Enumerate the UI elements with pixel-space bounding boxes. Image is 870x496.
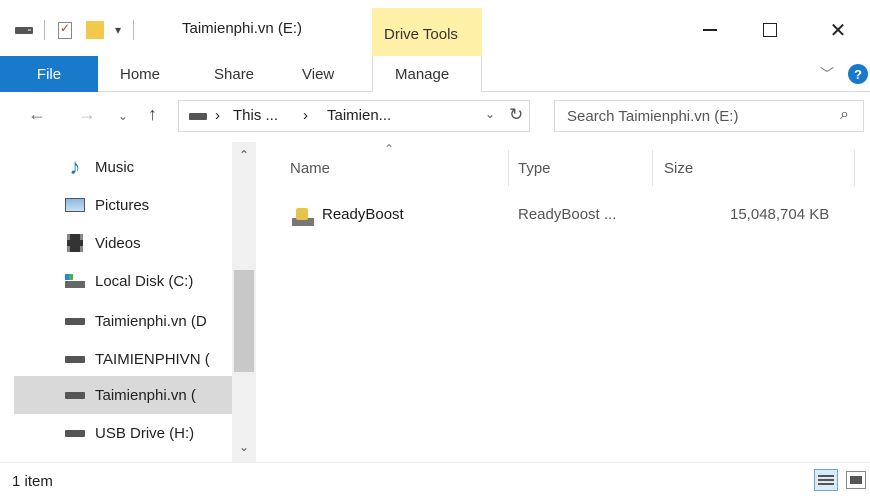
drive-tools-label: Drive Tools [384, 26, 458, 43]
close-icon: ✕ [829, 19, 847, 42]
breadcrumb-drive[interactable]: Taimien... [327, 107, 391, 124]
tab-view[interactable]: View [302, 66, 334, 83]
maximize-icon [763, 23, 777, 37]
close-button[interactable]: ✕ [818, 10, 858, 50]
sidebar-item-local-disk[interactable]: Local Disk (C:) [0, 262, 238, 300]
recent-locations-icon[interactable]: ⌄ [118, 109, 128, 123]
sidebar-item-label: Taimienphi.vn (D [95, 312, 207, 330]
drive-icon [64, 348, 86, 370]
window-title: Taimienphi.vn (E:) [182, 20, 303, 37]
tab-manage-label: Manage [395, 66, 450, 83]
status-bar: 1 item [0, 462, 870, 496]
sidebar-item-drive-d[interactable]: Taimienphi.vn (D [0, 302, 238, 340]
search-box[interactable]: ⌕ [554, 100, 864, 132]
item-count: 1 item [12, 473, 53, 490]
minimize-icon [703, 29, 717, 31]
scroll-down-icon[interactable]: ⌄ [232, 440, 256, 460]
minimize-button[interactable] [690, 10, 730, 50]
sidebar-item-label: USB Drive (H:) [95, 424, 195, 442]
large-icons-view-icon[interactable] [846, 471, 866, 489]
sidebar-item-label: Videos [95, 234, 141, 252]
up-icon[interactable]: ↑ [148, 104, 157, 125]
details-view-icon[interactable] [814, 469, 838, 491]
column-divider[interactable] [854, 150, 855, 186]
videos-icon [64, 232, 86, 254]
refresh-icon[interactable]: ↻ [509, 105, 523, 125]
column-header-name[interactable]: Name [290, 160, 330, 177]
customize-toolbar-dropdown-icon[interactable]: ▾ [115, 23, 121, 37]
sidebar-item-taimienphivn[interactable]: TAIMIENPHIVN ( [0, 340, 238, 378]
file-type: ReadyBoost ... [518, 206, 617, 223]
navigation-scrollbar[interactable]: ⌃ ⌄ [232, 142, 256, 462]
column-header-size[interactable]: Size [664, 160, 693, 177]
sidebar-item-music[interactable]: ♪ Music [0, 148, 238, 186]
tab-file[interactable]: File [0, 56, 98, 92]
sidebar-item-label: Taimienphi.vn ( [95, 386, 196, 404]
quick-access-toolbar: ▾ [14, 18, 144, 42]
sort-ascending-icon: ⌃ [384, 142, 395, 156]
tab-share[interactable]: Share [214, 66, 254, 83]
drive-icon [189, 113, 207, 120]
address-row: ← → ⌄ ↑ › This ... › Taimien... ⌄ ↻ ⌕ [0, 92, 870, 142]
drive-icon [64, 422, 86, 444]
address-dropdown-icon[interactable]: ⌄ [485, 107, 495, 121]
divider [133, 20, 135, 40]
music-icon: ♪ [69, 154, 81, 179]
readyboost-icon [292, 208, 314, 226]
column-divider[interactable] [508, 150, 509, 186]
scroll-thumb[interactable] [234, 270, 254, 372]
sidebar-item-label: Local Disk (C:) [95, 272, 194, 290]
sidebar-item-label: Music [95, 158, 135, 176]
column-divider[interactable] [652, 150, 653, 186]
column-header-type[interactable]: Type [518, 160, 551, 177]
sidebar-item-label: Pictures [95, 196, 150, 214]
tab-manage[interactable]: Manage [372, 56, 482, 92]
new-folder-icon[interactable] [85, 21, 105, 39]
pictures-icon [64, 194, 86, 216]
address-bar[interactable]: › This ... › Taimien... ⌄ ↻ [178, 100, 530, 132]
local-disk-icon [64, 270, 86, 292]
breadcrumb-separator: › [303, 107, 308, 124]
sidebar-item-usb-drive[interactable]: USB Drive (H:) [0, 414, 238, 452]
expand-ribbon-icon[interactable]: ﹀ [820, 64, 834, 84]
file-size: 15,048,704 KB [730, 206, 830, 223]
search-icon[interactable]: ⌕ [840, 106, 849, 124]
divider [44, 20, 45, 40]
scroll-up-icon[interactable]: ⌃ [232, 148, 256, 168]
search-input[interactable] [567, 106, 817, 126]
drive-icon[interactable] [14, 21, 34, 39]
forward-icon[interactable]: → [78, 104, 96, 125]
back-icon[interactable]: ← [28, 104, 46, 125]
drive-tools-context-tab: Drive Tools [372, 8, 482, 56]
properties-icon[interactable] [55, 21, 75, 39]
title-bar: ▾ Taimienphi.vn (E:) Drive Tools ✕ [0, 0, 870, 56]
drive-icon [64, 310, 86, 332]
sidebar-item-drive-e[interactable]: Taimienphi.vn ( [14, 376, 238, 414]
sidebar-item-pictures[interactable]: Pictures [0, 186, 238, 224]
help-icon[interactable]: ? [848, 64, 868, 84]
file-list: ⌃ Name Type Size ReadyBoost ReadyBoost .… [272, 142, 870, 462]
sidebar-item-label: TAIMIENPHIVN ( [95, 350, 210, 368]
file-name: ReadyBoost [322, 206, 404, 223]
drive-icon [64, 384, 86, 406]
sidebar-item-videos[interactable]: Videos [0, 224, 238, 262]
maximize-button[interactable] [750, 10, 790, 50]
navigation-pane: ♪ Music Pictures Videos Local Disk (C:) … [0, 142, 258, 462]
breadcrumb-this-pc[interactable]: This ... [233, 107, 278, 124]
ribbon-tabs: File Home Share View Manage ﹀ ? [0, 56, 870, 92]
breadcrumb-separator: › [215, 107, 220, 124]
tab-home[interactable]: Home [120, 66, 160, 83]
